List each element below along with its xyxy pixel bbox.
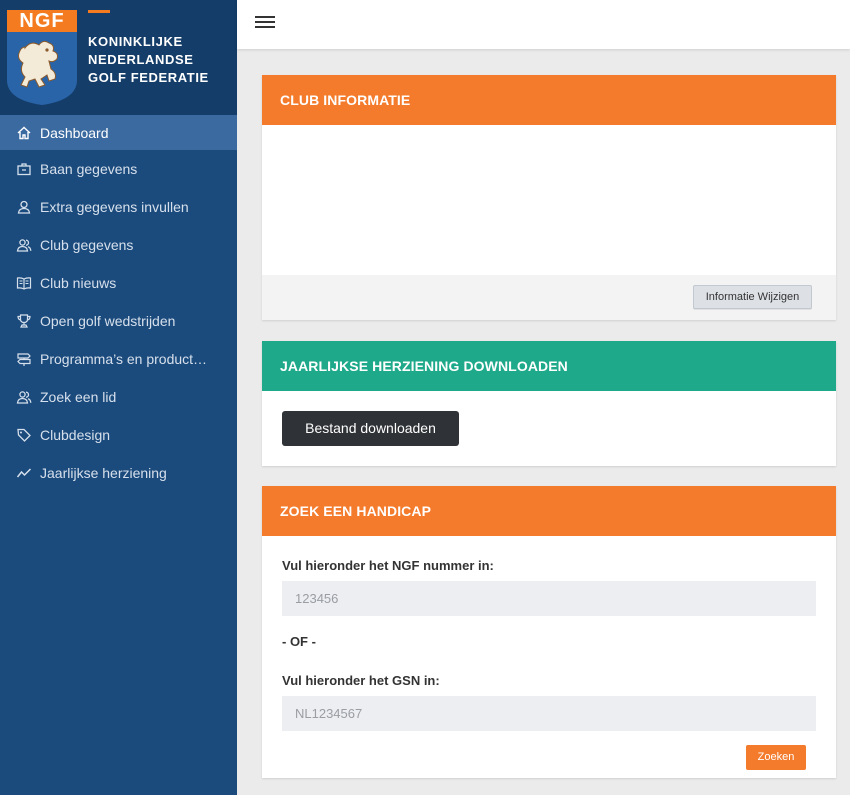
sidebar-item-baan-gegevens[interactable]: Baan gegevens (0, 150, 237, 188)
sidebar-item-label: Dashboard (40, 124, 109, 141)
sidebar-item-label: Club nieuws (40, 275, 117, 291)
signpost-icon (16, 351, 32, 367)
sidebar-item-label: Open golf wedstrijden (40, 313, 176, 329)
trophy-icon (16, 313, 32, 329)
sidebar-item-label: Programma’s en product… (40, 351, 208, 367)
sidebar-nav: Dashboard Baan gegevens Extra gegevens i… (0, 115, 237, 492)
organization-name: KONINKLIJKE NEDERLANDSE GOLF FEDERATIE (88, 33, 209, 87)
panel-title: JAARLIJKSE HERZIENING DOWNLOADEN (262, 341, 836, 391)
organization-name-line-1: KONINKLIJKE (88, 34, 183, 49)
sidebar-item-label: Extra gegevens invullen (40, 199, 189, 215)
briefcase-icon (16, 161, 32, 177)
sidebar-item-jaarlijkse-herziening[interactable]: Jaarlijkse herziening (0, 454, 237, 492)
sidebar-item-programmas-en-producten[interactable]: Programma’s en product… (0, 340, 237, 378)
chart-line-icon (16, 465, 32, 481)
lion-shield-icon (7, 32, 77, 105)
download-file-button[interactable]: Bestand downloaden (282, 411, 459, 446)
gsn-label: Vul hieronder het GSN in: (282, 673, 440, 688)
gsn-input[interactable] (282, 696, 816, 731)
home-icon (16, 125, 32, 141)
users-icon (16, 237, 32, 253)
brand-header: NGF KONINKLIJKE NEDERLANDSE GOLF FEDERAT… (0, 0, 237, 115)
ngf-number-input[interactable] (282, 581, 816, 616)
tag-icon (16, 427, 32, 443)
sidebar-item-label: Zoek een lid (40, 389, 117, 405)
ngf-number-label: Vul hieronder het NGF nummer in: (282, 558, 494, 573)
sidebar-item-club-nieuws[interactable]: Club nieuws (0, 264, 237, 302)
organization-name-line-2: NEDERLANDSE (88, 52, 194, 67)
users-icon (16, 389, 32, 405)
brand-accent-line (88, 10, 110, 13)
panel-title: ZOEK EEN HANDICAP (262, 486, 836, 536)
sidebar-item-label: Clubdesign (40, 427, 111, 443)
logo-text: NGF (7, 10, 77, 32)
sidebar-item-club-gegevens[interactable]: Club gegevens (0, 226, 237, 264)
sidebar-item-zoek-een-lid[interactable]: Zoek een lid (0, 378, 237, 416)
menu-toggle-icon[interactable] (255, 16, 275, 32)
handicap-search-panel: ZOEK EEN HANDICAP Vul hieronder het NGF … (262, 486, 836, 778)
top-bar (237, 0, 850, 49)
sidebar-item-label: Club gegevens (40, 237, 134, 253)
club-information-panel: CLUB INFORMATIE Informatie Wijzigen (262, 75, 836, 320)
sidebar-item-clubdesign[interactable]: Clubdesign (0, 416, 237, 454)
organization-name-line-3: GOLF FEDERATIE (88, 70, 209, 85)
edit-information-button[interactable]: Informatie Wijzigen (693, 285, 812, 309)
sidebar-item-open-golf-wedstrijden[interactable]: Open golf wedstrijden (0, 302, 237, 340)
sidebar-item-label: Baan gegevens (40, 161, 138, 177)
book-icon (16, 275, 32, 291)
panel-title: CLUB INFORMATIE (262, 75, 836, 125)
search-button[interactable]: Zoeken (746, 745, 806, 770)
user-icon (16, 199, 32, 215)
panel-footer: Informatie Wijzigen (262, 275, 836, 320)
sidebar-item-label: Jaarlijkse herziening (40, 465, 167, 481)
sidebar-item-extra-gegevens[interactable]: Extra gegevens invullen (0, 188, 237, 226)
ngf-logo[interactable]: NGF (7, 10, 77, 105)
sidebar: NGF KONINKLIJKE NEDERLANDSE GOLF FEDERAT… (0, 0, 237, 795)
sidebar-item-dashboard[interactable]: Dashboard (0, 115, 237, 150)
annual-review-download-panel: JAARLIJKSE HERZIENING DOWNLOADEN Bestand… (262, 341, 836, 466)
or-separator: - OF - (282, 634, 316, 649)
